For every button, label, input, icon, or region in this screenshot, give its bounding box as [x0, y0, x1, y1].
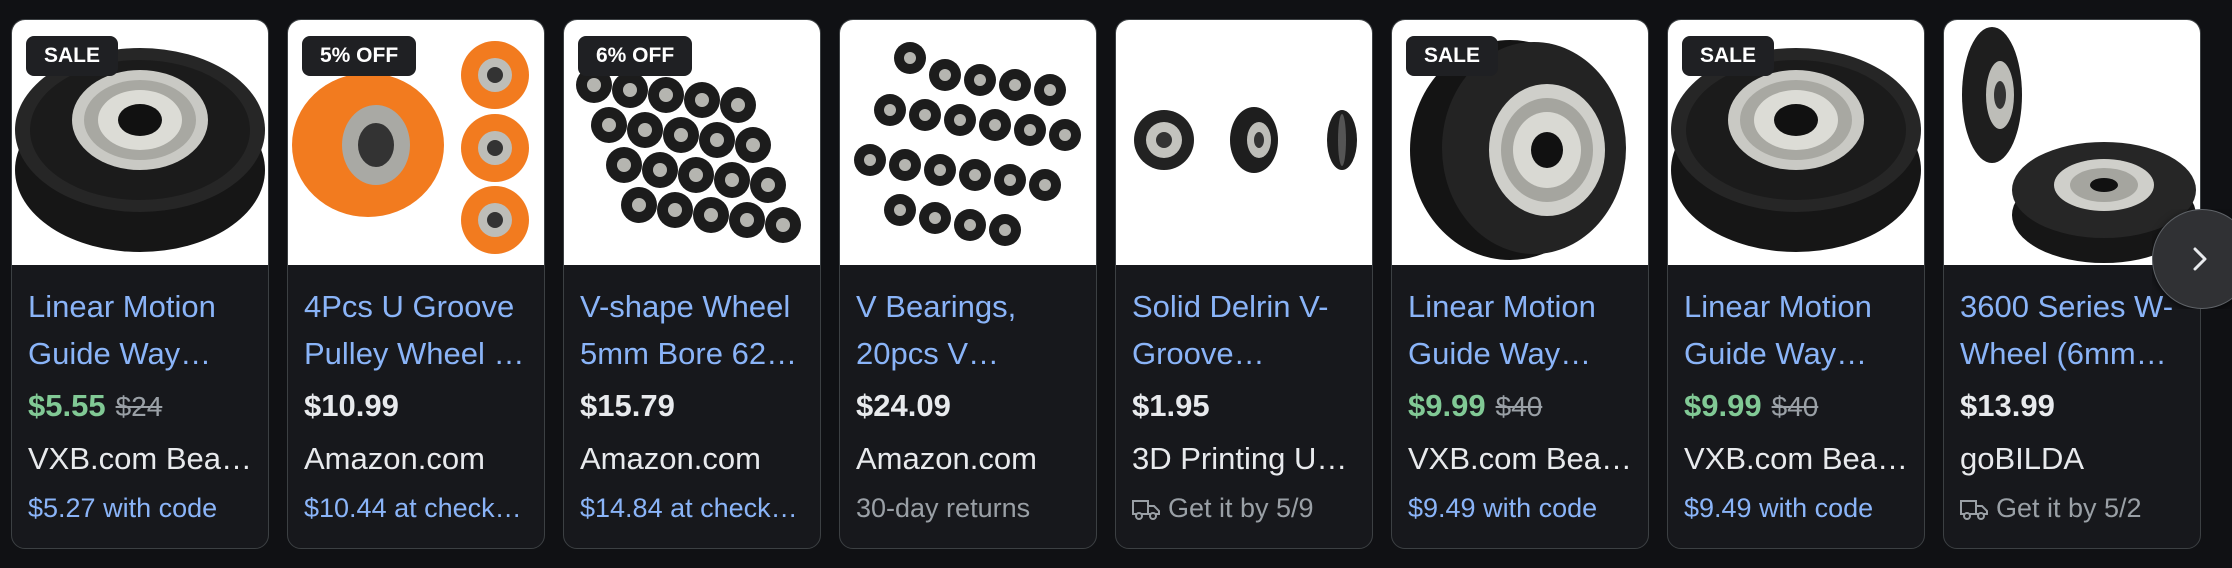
truck-icon [1960, 500, 1988, 520]
store-name: VXB.com Bea… [1684, 441, 1908, 476]
price-row: $1.95 [1132, 388, 1210, 424]
current-price: $1.95 [1132, 388, 1210, 423]
discount-badge: 6% OFF [578, 36, 693, 76]
discount-badge: 5% OFF [302, 36, 417, 76]
store-name: goBILDA [1960, 441, 2085, 476]
product-image[interactable] [840, 20, 1096, 265]
current-price: $13.99 [1960, 388, 2055, 423]
product-card[interactable]: SALE Linear Motion Guide Way… $9.99 $40 V… [1667, 19, 1925, 549]
product-title[interactable]: Linear Motion Guide Way… [28, 283, 254, 377]
sale-badge: SALE [1682, 36, 1775, 76]
store-name: Amazon.com [580, 441, 761, 476]
product-title[interactable]: V Bearings, 20pcs V… [856, 283, 1082, 377]
price-row: $24.09 [856, 388, 951, 424]
store-name: Amazon.com [856, 441, 1037, 476]
delivery-estimate: Get it by 5/9 [1132, 490, 1362, 526]
price-row: $9.99 $40 [1684, 388, 1818, 424]
sale-badge: SALE [1406, 36, 1499, 76]
product-image[interactable] [1116, 20, 1372, 265]
product-card[interactable]: 5% OFF 4Pcs U Groove Pulley Wheel … $10.… [287, 19, 545, 549]
price-row: $15.79 [580, 388, 675, 424]
price-row: $5.55 $24 [28, 388, 162, 424]
truck-icon [1132, 500, 1160, 520]
price-row: $9.99 $40 [1408, 388, 1542, 424]
store-name: Amazon.com [304, 441, 485, 476]
returns-info: 30-day returns [856, 493, 1031, 523]
checkout-price: $14.84 at check… [580, 493, 798, 523]
current-price: $10.99 [304, 388, 399, 423]
promo-code-offer: $5.27 with code [28, 493, 218, 523]
current-price: $24.09 [856, 388, 951, 423]
product-card[interactable]: Solid Delrin V-Groove Wheel… $1.95 3D Pr… [1115, 19, 1373, 549]
current-price: $9.99 [1684, 388, 1762, 423]
price-row: $13.99 [1960, 388, 2055, 424]
sale-badge: SALE [26, 36, 119, 76]
checkout-price: $10.44 at check… [304, 493, 522, 523]
price-row: $10.99 [304, 388, 399, 424]
promo-code-offer: $9.49 with code [1684, 493, 1874, 523]
carousel-next-button[interactable] [2152, 209, 2232, 309]
store-name: VXB.com Bea… [28, 441, 252, 476]
product-card[interactable]: V Bearings, 20pcs V… $24.09 Amazon.com 3… [839, 19, 1097, 549]
store-name: 3D Printing U… [1132, 441, 1348, 476]
product-card[interactable]: SALE Linear Motion Guide Way… $9.99 $40 V… [1391, 19, 1649, 549]
original-price: $40 [1771, 391, 1819, 422]
current-price: $9.99 [1408, 388, 1486, 423]
product-carousel: SALE Linear Motion Guide Way… $5.55 $24 V… [11, 19, 2232, 549]
original-price: $40 [1495, 391, 1543, 422]
product-title[interactable]: Linear Motion Guide Way… [1408, 283, 1634, 377]
product-title[interactable]: Solid Delrin V-Groove Wheel… [1132, 283, 1358, 377]
product-card[interactable]: 6% OFF V-shape Wheel 5mm Bore 62… $15.79… [563, 19, 821, 549]
product-title[interactable]: 4Pcs U Groove Pulley Wheel … [304, 283, 530, 377]
delivery-date: Get it by 5/2 [1996, 493, 2142, 523]
product-title[interactable]: V-shape Wheel 5mm Bore 62… [580, 283, 806, 377]
delivery-date: Get it by 5/9 [1168, 493, 1314, 523]
chevron-right-icon [2193, 247, 2207, 271]
delivery-estimate: Get it by 5/2 [1960, 490, 2190, 526]
product-card[interactable]: SALE Linear Motion Guide Way… $5.55 $24 V… [11, 19, 269, 549]
current-price: $15.79 [580, 388, 675, 423]
current-price: $5.55 [28, 388, 106, 423]
original-price: $24 [115, 391, 163, 422]
product-title[interactable]: Linear Motion Guide Way… [1684, 283, 1910, 377]
store-name: VXB.com Bea… [1408, 441, 1632, 476]
promo-code-offer: $9.49 with code [1408, 493, 1598, 523]
